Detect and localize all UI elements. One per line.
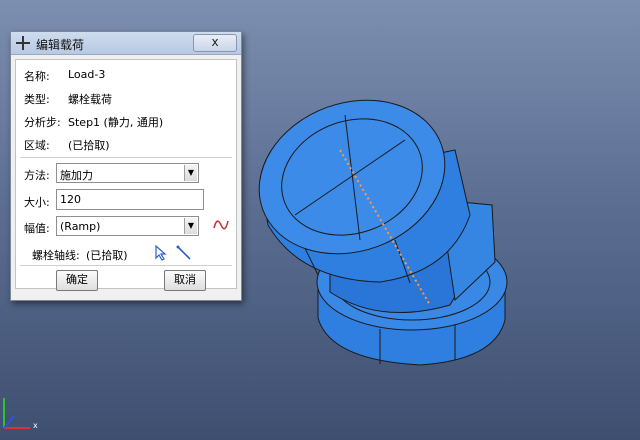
axis-edit-icon[interactable] (176, 245, 192, 261)
name-value: Load-3 (68, 68, 106, 81)
region-value: (已拾取) (68, 139, 110, 152)
divider (20, 157, 232, 158)
triad-x-label: x (33, 421, 38, 430)
step-value: Step1 (静力, 通用) (68, 116, 164, 129)
edit-load-dialog: 编辑载荷 x 名称: Load-3 类型: 螺栓载荷 分析步: Step1 (静… (10, 31, 242, 301)
type-label: 类型: (24, 93, 50, 106)
amplitude-label: 幅值: (24, 222, 50, 235)
close-button[interactable]: x (193, 34, 237, 52)
method-label: 方法: (24, 169, 50, 182)
type-value: 螺栓载荷 (68, 93, 112, 106)
bolt-axis-value: (已拾取) (86, 249, 128, 262)
amplitude-select[interactable]: (Ramp) ▼ (56, 216, 199, 236)
bolt-part[interactable] (237, 75, 508, 366)
method-select[interactable]: 施加力 ▼ (56, 163, 199, 183)
coordinate-triad (3, 398, 30, 429)
amplitude-select-value: (Ramp) (60, 220, 101, 233)
divider (20, 265, 232, 266)
bolt-axis-label: 螺栓轴线: (32, 249, 80, 262)
ok-button[interactable]: 确定 (56, 270, 98, 291)
dialog-titlebar[interactable]: 编辑载荷 x (11, 32, 241, 55)
create-amplitude-icon[interactable] (212, 216, 230, 234)
magnitude-label: 大小: (24, 196, 50, 209)
magnitude-input[interactable]: 120 (56, 189, 204, 210)
method-select-value: 施加力 (60, 169, 93, 182)
name-label: 名称: (24, 70, 50, 83)
chevron-down-icon[interactable]: ▼ (184, 165, 197, 181)
chevron-down-icon[interactable]: ▼ (184, 218, 197, 234)
dialog-title: 编辑载荷 (36, 38, 85, 52)
dialog-body: 名称: Load-3 类型: 螺栓载荷 分析步: Step1 (静力, 通用) … (15, 59, 237, 291)
cancel-button[interactable]: 取消 (164, 270, 206, 291)
pick-arrow-icon[interactable] (154, 245, 168, 261)
region-label: 区域: (24, 139, 50, 152)
step-label: 分析步: (24, 116, 61, 129)
move-icon (16, 36, 30, 50)
